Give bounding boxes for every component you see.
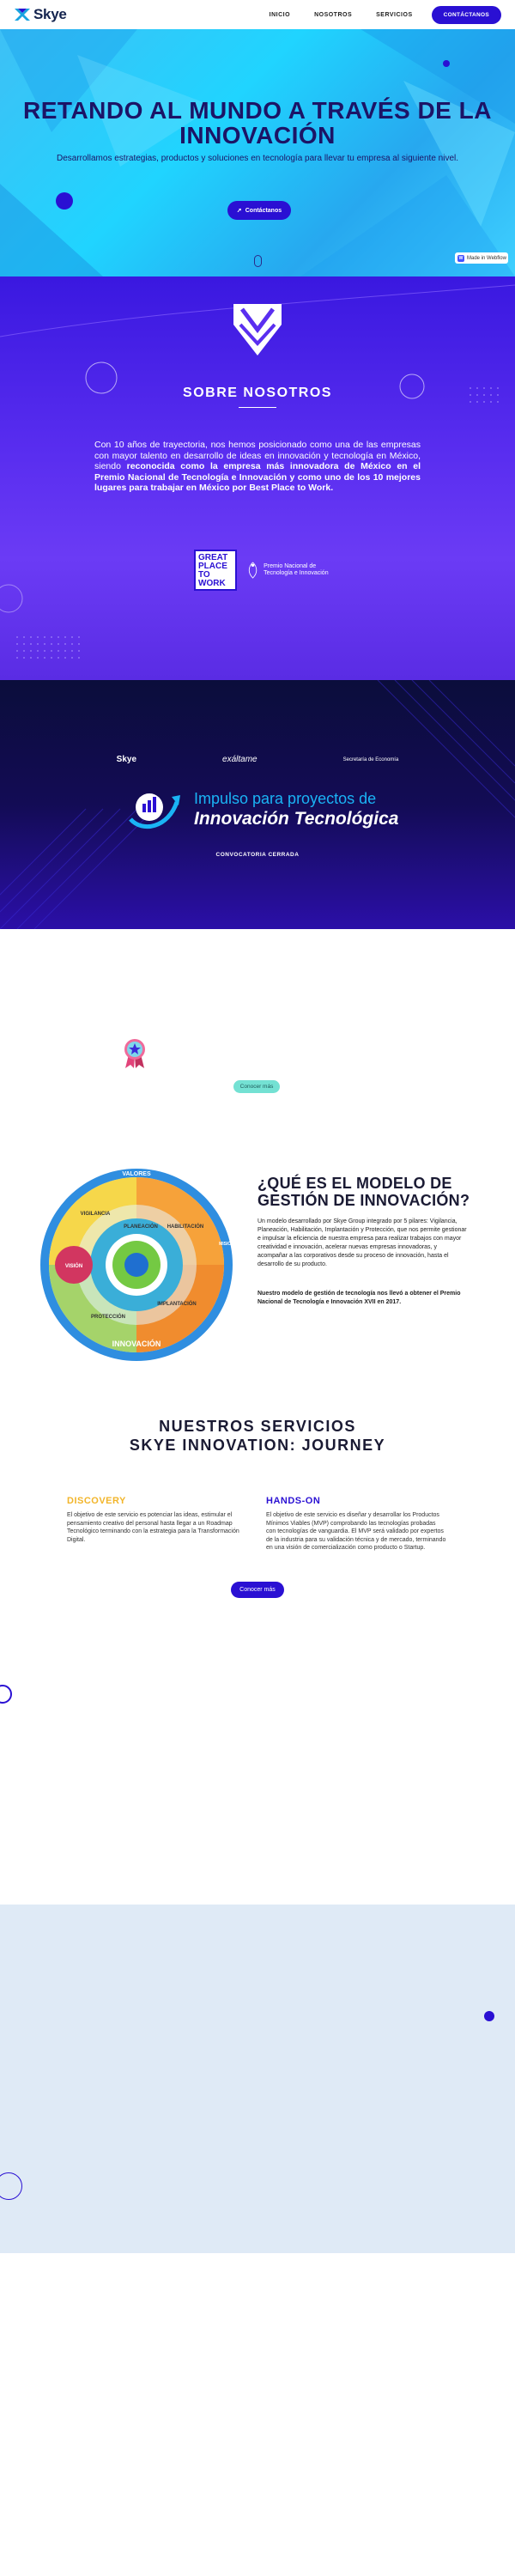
rocket-icon: ➚ (236, 208, 242, 214)
model-award-note: Nuestro modelo de gestión de tecnología … (258, 1291, 461, 1305)
about-text-bold: reconocida como la empresa más innovador… (94, 461, 421, 493)
light-blue-section (0, 1905, 515, 2253)
decorative-circle (0, 2172, 22, 2200)
nav-link-inicio[interactable]: INICIO (270, 12, 290, 18)
decorative-dot (484, 2011, 494, 2021)
wheel-label-planeacion: PLANEACIÓN (124, 1223, 158, 1230)
premio-nacional-logo: Premio Nacional de Tecnología e Innovaci… (245, 550, 331, 591)
wheel-label-valores: VALORES (122, 1171, 151, 1177)
nav-link-nosotros[interactable]: NOSOTROS (314, 12, 352, 18)
model-description: Un modelo desarrollado por Skye Group in… (258, 1218, 467, 1267)
logo-text: Skye (33, 6, 67, 22)
about-title-divider (239, 407, 276, 408)
hero-section: RETANDO AL MUNDO A TRAVÉS DE LA INNOVACI… (0, 29, 515, 276)
services-title-line-1: NUESTROS SERVICIOS (159, 1418, 356, 1435)
webflow-icon: W (457, 254, 464, 262)
innovation-line-2: Innovación Tecnológica (194, 809, 399, 829)
wheel-label-innovacion: INNOVACIÓN (112, 1339, 161, 1348)
webflow-badge-label: Made in Webflow (467, 255, 506, 261)
innovation-arrow-icon (129, 793, 180, 829)
nav-link-servicios[interactable]: SERVICIOS (376, 12, 413, 18)
innovation-line-1: Impulso para proyectos de (194, 790, 377, 807)
made-in-webflow-badge[interactable]: W Made in Webflow (455, 252, 508, 264)
service-discovery-title: DISCOVERY (67, 1496, 126, 1506)
innovation-logo-exaltame: exáltame (222, 755, 258, 764)
hero-subtitle: Desarrollamos estrategias, productos y s… (56, 154, 459, 163)
service-discovery-body: El objetivo de este servicio es potencia… (67, 1512, 239, 1543)
services-learn-more-button[interactable]: Conocer más (231, 1582, 284, 1598)
hero-background-shapes (0, 29, 515, 276)
scroll-down-icon[interactable] (254, 255, 262, 267)
award-badge-icon (124, 1039, 145, 1068)
wheel-label-proteccion: PROTECCIÓN (91, 1313, 125, 1320)
contact-button[interactable]: CONTÁCTANOS (431, 5, 501, 24)
wheel-label-vigilancia: VIGILANCIA (81, 1212, 111, 1217)
premio-nacional-icon (248, 562, 258, 579)
innovation-logo-skye: Skye (116, 755, 137, 764)
premio-nacional-label: Premio Nacional de Tecnología e Innovaci… (264, 563, 329, 576)
hero-title: RETANDO AL MUNDO A TRAVÉS DE LA INNOVACI… (23, 97, 492, 149)
wheel-label-habilitacion: HABILITACIÓN (167, 1223, 204, 1230)
hero-button-label: Contáctanos (245, 207, 282, 214)
convocatoria-status: CONVOCATORIA CERRADA (215, 852, 300, 858)
about-section: SOBRE NOSOTROS Con 10 años de trayectori… (0, 276, 515, 680)
skye-logo-icon (15, 9, 30, 21)
service-hands-on: HANDS-ON El objetivo de este servicio es… (266, 1496, 446, 1552)
innovation-banner: Skye exáltame Secretaría de Economía Imp… (0, 680, 515, 929)
service-discovery: DISCOVERY El objetivo de este servicio e… (67, 1496, 247, 1544)
skye-logo[interactable]: Skye (14, 6, 67, 23)
badge-learn-more-button[interactable]: Conocer más (233, 1080, 280, 1093)
about-text: Con 10 años de trayectoria, nos hemos po… (94, 440, 421, 494)
hero-contact-button[interactable]: ➚ Contáctanos (227, 201, 291, 220)
decorative-circle (0, 1685, 12, 1704)
service-hands-on-body: El objetivo de este servicio es diseñar … (266, 1512, 446, 1551)
badge-section: Conocer más (0, 929, 515, 1135)
about-title: SOBRE NOSOTROS (183, 386, 332, 400)
wheel-label-vision: VISIÓN (65, 1262, 82, 1269)
wheel-label-implantacion: IMPLANTACIÓN (157, 1300, 197, 1307)
service-hands-on-title: HANDS-ON (266, 1496, 321, 1506)
services-title: NUESTROS SERVICIOS SKYE INNOVATION: JOUR… (0, 1417, 515, 1455)
wheel-label-mision: MISIÓN (219, 1240, 233, 1247)
innovation-logo-economia: Secretaría de Economía (342, 756, 399, 762)
model-title: ¿QUÉ ES EL MODELO DE GESTIÓN DE INNOVACI… (258, 1175, 470, 1209)
services-title-line-2: SKYE INNOVATION: JOURNEY (129, 1437, 386, 1454)
skye-shield-icon (233, 304, 282, 355)
innovation-model-wheel: VALORES INNOVACIÓN VISIÓN MISIÓN PLANEAC… (40, 1169, 233, 1361)
great-place-to-work-logo: GREAT PLACE TO WORK (194, 550, 237, 591)
top-navbar: Skye INICIO NOSOTROS SERVICIOS CONTÁCTAN… (0, 0, 515, 29)
